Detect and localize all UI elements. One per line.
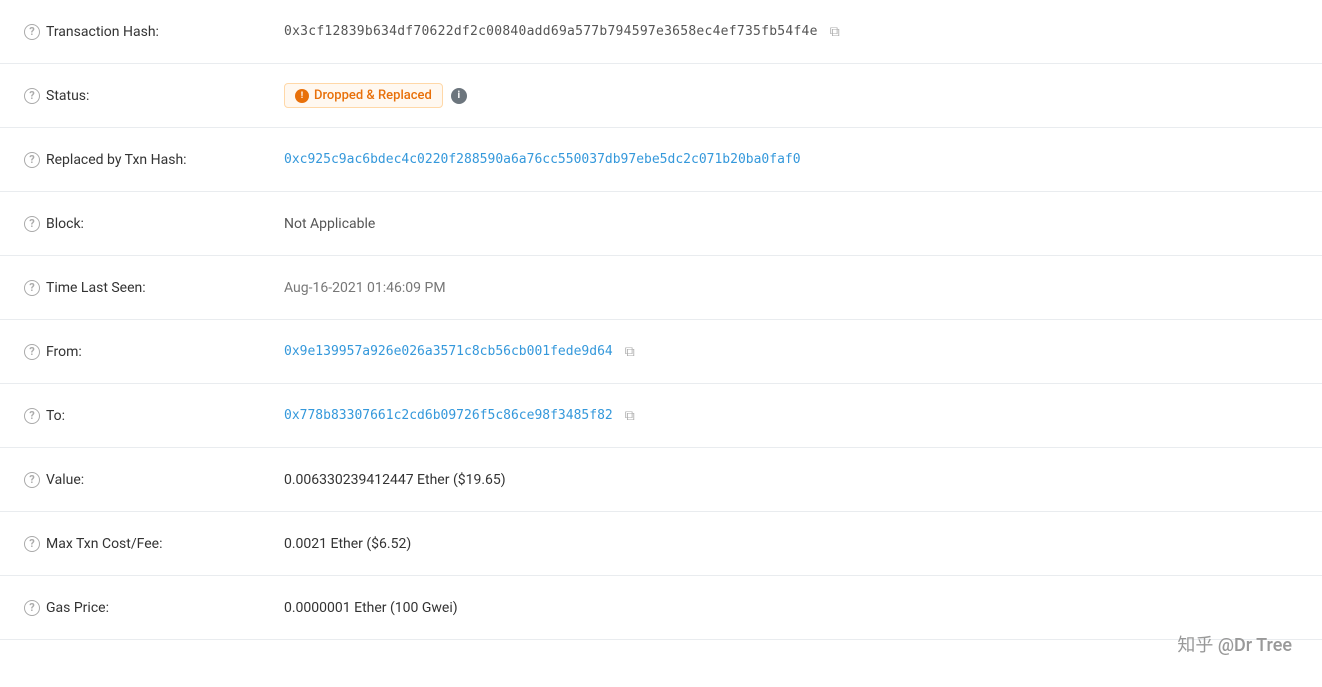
label-text-to: To: xyxy=(46,408,65,424)
block-not-applicable: Not Applicable xyxy=(284,216,375,232)
label-text-status: Status: xyxy=(46,88,89,104)
max-txn-cost-amount: 0.0021 Ether ($6.52) xyxy=(284,536,411,552)
label-status: ? Status: xyxy=(24,88,284,104)
copy-icon-from[interactable]: ⧉ xyxy=(625,344,635,360)
label-text-max-txn-cost: Max Txn Cost/Fee: xyxy=(46,536,162,552)
status-badge-text: Dropped & Replaced xyxy=(314,88,432,103)
value-from: 0x9e139957a926e026a3571c8cb56cb001fede9d… xyxy=(284,344,1298,360)
help-icon-transaction-hash[interactable]: ? xyxy=(24,24,40,40)
label-transaction-hash: ? Transaction Hash: xyxy=(24,24,284,40)
value-time-last-seen: Aug-16-2021 01:46:09 PM xyxy=(284,280,1298,296)
label-max-txn-cost: ? Max Txn Cost/Fee: xyxy=(24,536,284,552)
label-value: ? Value: xyxy=(24,472,284,488)
help-icon-block[interactable]: ? xyxy=(24,216,40,232)
transaction-hash-value: 0x3cf12839b634df70622df2c00840add69a577b… xyxy=(284,24,818,39)
label-text-block: Block: xyxy=(46,216,84,232)
value-replaced-by: 0xc925c9ac6bdec4c0220f288590a6a76cc55003… xyxy=(284,152,1298,167)
value-status: ! Dropped & Replaced i xyxy=(284,83,1298,108)
label-text-transaction-hash: Transaction Hash: xyxy=(46,24,159,40)
status-badge: ! Dropped & Replaced xyxy=(284,83,443,108)
label-text-time-last-seen: Time Last Seen: xyxy=(46,280,146,296)
row-time-last-seen: ? Time Last Seen: Aug-16-2021 01:46:09 P… xyxy=(0,256,1322,320)
row-from: ? From: 0x9e139957a926e026a3571c8cb56cb0… xyxy=(0,320,1322,384)
label-text-from: From: xyxy=(46,344,82,360)
value-block: Not Applicable xyxy=(284,216,1298,232)
help-icon-status[interactable]: ? xyxy=(24,88,40,104)
label-text-replaced-by: Replaced by Txn Hash: xyxy=(46,152,187,168)
from-address-link[interactable]: 0x9e139957a926e026a3571c8cb56cb001fede9d… xyxy=(284,344,613,359)
value-max-txn-cost: 0.0021 Ether ($6.52) xyxy=(284,536,1298,552)
help-icon-max-txn-cost[interactable]: ? xyxy=(24,536,40,552)
row-replaced-by: ? Replaced by Txn Hash: 0xc925c9ac6bdec4… xyxy=(0,128,1322,192)
help-icon-replaced-by[interactable]: ? xyxy=(24,152,40,168)
time-last-seen-value: Aug-16-2021 01:46:09 PM xyxy=(284,280,446,296)
value-ether: 0.006330239412447 Ether ($19.65) xyxy=(284,472,1298,488)
label-text-value: Value: xyxy=(46,472,84,488)
row-block: ? Block: Not Applicable xyxy=(0,192,1322,256)
label-block: ? Block: xyxy=(24,216,284,232)
row-value: ? Value: 0.006330239412447 Ether ($19.65… xyxy=(0,448,1322,512)
status-warning-icon: ! xyxy=(295,89,309,103)
gas-price-amount: 0.0000001 Ether (100 Gwei) xyxy=(284,600,458,616)
to-address-link[interactable]: 0x778b83307661c2cd6b09726f5c86ce98f3485f… xyxy=(284,408,613,423)
help-icon-gas-price[interactable]: ? xyxy=(24,600,40,616)
copy-icon-to[interactable]: ⧉ xyxy=(625,408,635,424)
label-gas-price: ? Gas Price: xyxy=(24,600,284,616)
help-icon-from[interactable]: ? xyxy=(24,344,40,360)
help-icon-value[interactable]: ? xyxy=(24,472,40,488)
value-to: 0x778b83307661c2cd6b09726f5c86ce98f3485f… xyxy=(284,408,1298,424)
row-max-txn-cost: ? Max Txn Cost/Fee: 0.0021 Ether ($6.52) xyxy=(0,512,1322,576)
row-gas-price: ? Gas Price: 0.0000001 Ether (100 Gwei) xyxy=(0,576,1322,640)
copy-icon-transaction-hash[interactable]: ⧉ xyxy=(830,24,840,40)
label-time-last-seen: ? Time Last Seen: xyxy=(24,280,284,296)
row-status: ? Status: ! Dropped & Replaced i xyxy=(0,64,1322,128)
transaction-details: ? Transaction Hash: 0x3cf12839b634df7062… xyxy=(0,0,1322,640)
value-transaction-hash: 0x3cf12839b634df70622df2c00840add69a577b… xyxy=(284,24,1298,40)
value-gas-price: 0.0000001 Ether (100 Gwei) xyxy=(284,600,1298,616)
help-icon-to[interactable]: ? xyxy=(24,408,40,424)
value-ether-amount: 0.006330239412447 Ether ($19.65) xyxy=(284,472,506,488)
label-from: ? From: xyxy=(24,344,284,360)
label-replaced-by: ? Replaced by Txn Hash: xyxy=(24,152,284,168)
row-to: ? To: 0x778b83307661c2cd6b09726f5c86ce98… xyxy=(0,384,1322,448)
help-icon-time-last-seen[interactable]: ? xyxy=(24,280,40,296)
replaced-by-hash-link[interactable]: 0xc925c9ac6bdec4c0220f288590a6a76cc55003… xyxy=(284,152,801,167)
info-icon-status[interactable]: i xyxy=(451,88,467,104)
label-to: ? To: xyxy=(24,408,284,424)
label-text-gas-price: Gas Price: xyxy=(46,600,109,616)
row-transaction-hash: ? Transaction Hash: 0x3cf12839b634df7062… xyxy=(0,0,1322,64)
